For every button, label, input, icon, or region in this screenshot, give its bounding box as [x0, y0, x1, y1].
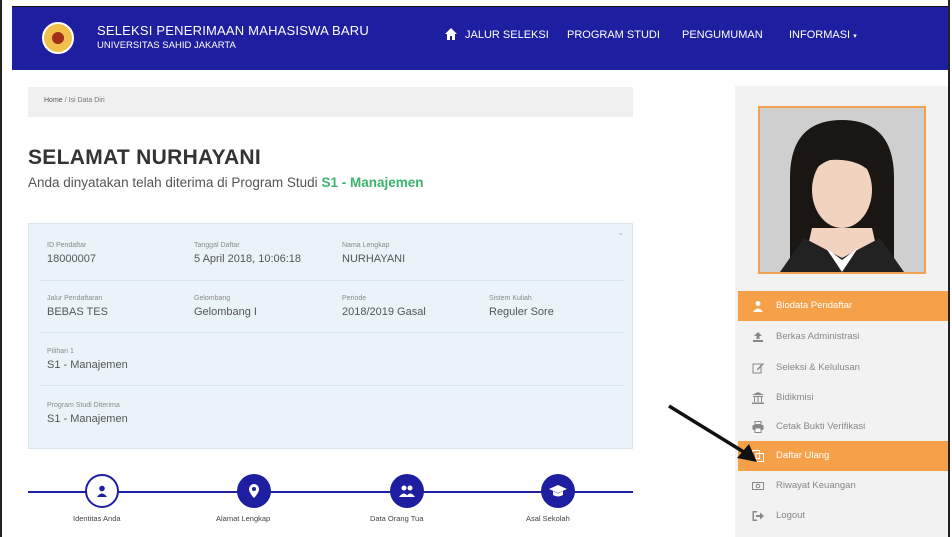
university-logo[interactable]	[42, 22, 74, 54]
step-sekolah[interactable]	[541, 474, 575, 508]
menu-logout[interactable]: Logout	[738, 501, 948, 531]
menu-biodata-pendaftar[interactable]: Biodata Pendaftar	[738, 291, 948, 321]
sign-out-icon	[752, 511, 764, 521]
user-icon	[753, 301, 763, 312]
breadcrumb: Home / Isi Data Diri	[28, 87, 633, 117]
nav-informasi-label: INFORMASI	[789, 29, 851, 41]
menu-seleksi-kelulusan[interactable]: Seleksi & Kelulusan	[738, 353, 948, 383]
acceptance-text: Anda dinyatakan telah diterima di Progra…	[28, 175, 318, 190]
menu-berkas-administrasi[interactable]: Berkas Administrasi	[738, 322, 948, 352]
site-title[interactable]: SELEKSI PENERIMAAN MAHASISWA BARU	[97, 23, 369, 38]
bank-icon	[752, 392, 764, 404]
menu-cetak-bukti-verifikasi[interactable]: Cetak Bukti Verifikasi	[738, 412, 948, 442]
site-subtitle[interactable]: UNIVERSITAS SAHID JAKARTA	[97, 40, 236, 51]
menu-label: Logout	[776, 510, 806, 521]
prodi-value: S1 - Manajemen	[47, 413, 128, 425]
periode-label: Periode	[342, 295, 367, 302]
divider	[39, 280, 624, 281]
breadcrumb-home[interactable]: Home	[44, 97, 63, 104]
step-identitas[interactable]	[85, 474, 119, 508]
user-icon	[97, 485, 107, 497]
divider	[39, 385, 624, 386]
menu-label: Riwayat Keuangan	[776, 480, 856, 491]
page-title: SELAMAT NURHAYANI	[28, 146, 262, 169]
menu-bidikmisi[interactable]: Bidikmisi	[738, 383, 948, 413]
annotation-arrow-icon	[668, 404, 757, 462]
id-value: 18000007	[47, 253, 96, 265]
divider	[39, 332, 624, 333]
edit-icon	[752, 363, 764, 374]
money-icon	[752, 482, 764, 490]
gelombang-value: Gelombang I	[194, 306, 257, 318]
caret-down-icon: ▾	[853, 33, 857, 40]
nav-program-studi[interactable]: PROGRAM STUDI	[567, 29, 660, 41]
step-orang-tua[interactable]	[390, 474, 424, 508]
nama-label: Nama Lengkap	[342, 242, 390, 249]
step-label-alamat: Alamat Lengkap	[216, 514, 271, 523]
menu-label: Bidikmisi	[776, 392, 814, 403]
jalur-value: BEBAS TES	[47, 306, 108, 318]
menu-label: Cetak Bukti Verifikasi	[776, 421, 866, 432]
nav-informasi[interactable]: INFORMASI ▾	[789, 29, 857, 41]
periode-value: 2018/2019 Gasal	[342, 306, 426, 318]
menu-label: Berkas Administrasi	[776, 331, 860, 342]
menu-daftar-ulang[interactable]: Daftar Ulang	[738, 441, 948, 471]
tanggal-value: 5 April 2018, 10:06:18	[194, 253, 302, 265]
profile-photo	[758, 106, 926, 274]
prodi-label: Program Studi Diterima	[47, 402, 120, 409]
menu-label: Biodata Pendaftar	[776, 300, 853, 311]
nav-pengumuman[interactable]: PENGUMUMAN	[682, 29, 763, 41]
breadcrumb-current: Isi Data Diri	[68, 97, 105, 104]
tanggal-label: Tanggal Daftar	[194, 242, 240, 249]
menu-label: Daftar Ulang	[776, 450, 830, 461]
accepted-program: S1 - Manajemen	[321, 175, 424, 190]
step-label-orang-tua: Data Orang Tua	[370, 514, 424, 523]
gelombang-label: Gelombang	[194, 295, 231, 302]
profile-photo-image	[760, 108, 924, 272]
pilihan-value: S1 - Manajemen	[47, 359, 128, 371]
step-alamat[interactable]	[237, 474, 271, 508]
home-icon[interactable]	[444, 27, 458, 41]
sistem-label: Sistem Kuliah	[489, 295, 532, 302]
jalur-label: Jalur Pendaftaran	[47, 295, 103, 302]
pilihan-label: Pilihan 1	[47, 348, 74, 355]
registration-info-panel: ⌄ ID Pendaftar 18000007 Tanggal Daftar 5…	[28, 223, 633, 449]
acceptance-message: Anda dinyatakan telah diterima di Progra…	[28, 175, 423, 190]
collapse-chevron-icon[interactable]: ⌄	[617, 228, 624, 237]
menu-riwayat-keuangan[interactable]: Riwayat Keuangan	[738, 471, 948, 501]
users-icon	[399, 485, 415, 497]
id-label: ID Pendaftar	[47, 242, 87, 249]
nav-jalur-seleksi[interactable]: JALUR SELEKSI	[465, 29, 549, 41]
graduation-cap-icon	[549, 485, 567, 497]
nama-value: NURHAYANI	[342, 253, 406, 265]
upload-icon	[753, 332, 763, 342]
map-marker-icon	[249, 484, 259, 498]
menu-label: Seleksi & Kelulusan	[776, 362, 860, 373]
step-label-identitas: Identitas Anda	[73, 514, 121, 523]
step-label-sekolah: Asal Sekolah	[526, 514, 570, 523]
sistem-value: Reguler Sore	[489, 306, 554, 318]
top-navbar: SELEKSI PENERIMAAN MAHASISWA BARU UNIVER…	[12, 6, 948, 70]
